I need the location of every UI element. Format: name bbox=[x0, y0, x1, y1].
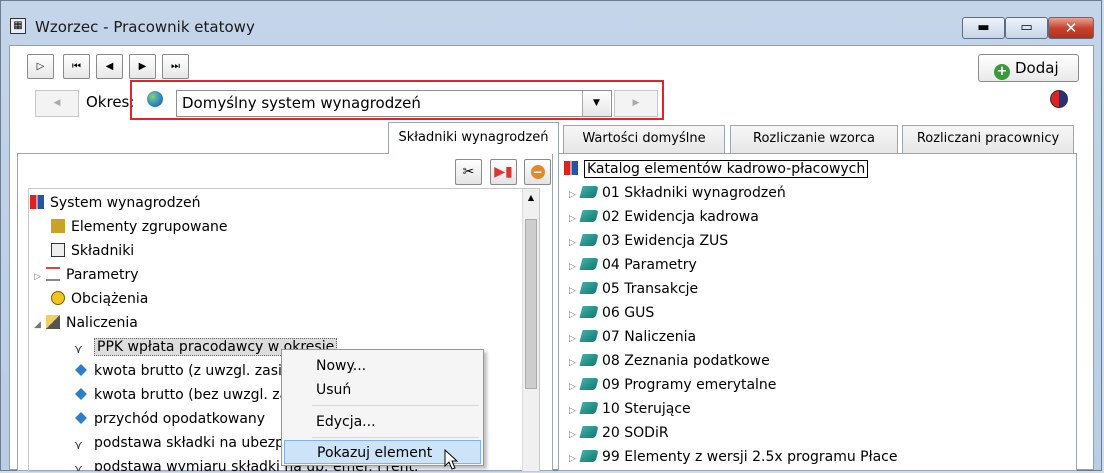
tree-item[interactable]: przychód opodatkowany bbox=[74, 407, 265, 431]
tree-item[interactable]: kwota brutto (z uwzgl. zasił bbox=[74, 359, 286, 383]
expand-icon[interactable]: ▷ bbox=[34, 265, 46, 289]
tab-wartosci[interactable]: Wartości domyślne bbox=[563, 125, 725, 153]
catalog-item[interactable]: ▷ 99 Elementy z wersji 2.5x programu Płac… bbox=[569, 445, 898, 469]
catalog-item[interactable]: ▷ 08 Zeznania podatkowe bbox=[569, 349, 770, 373]
scroll-thumb[interactable] bbox=[525, 219, 537, 389]
tree-scrollbar[interactable]: ▲ bbox=[522, 189, 539, 471]
book-icon bbox=[579, 450, 599, 462]
tree-item[interactable]: System wynagrodzeń bbox=[30, 191, 200, 215]
menu-separator bbox=[312, 437, 479, 438]
go-first-button[interactable]: ⏮ bbox=[63, 54, 90, 79]
diamond-icon bbox=[75, 388, 87, 400]
book-icon bbox=[579, 210, 599, 222]
book-icon bbox=[579, 354, 599, 366]
tab-rozliczanie[interactable]: Rozliczanie wzorca bbox=[730, 125, 898, 153]
menu-separator bbox=[312, 405, 479, 406]
catalog-item[interactable]: ▷ 01 Składniki wynagrodzeń bbox=[569, 181, 786, 205]
mouse-cursor-icon bbox=[444, 449, 459, 470]
tools-icon[interactable]: ✂ bbox=[455, 159, 482, 185]
prev-button[interactable]: ◀ bbox=[96, 54, 123, 79]
scroll-up-icon[interactable]: ▲ bbox=[525, 191, 537, 205]
catalog-item[interactable]: ▷ 07 Naliczenia bbox=[569, 325, 696, 349]
switch-icon[interactable] bbox=[1050, 90, 1068, 108]
dropdown-arrow-icon[interactable]: ▼ bbox=[582, 91, 610, 116]
link-icon[interactable]: ▶▮ bbox=[490, 159, 517, 185]
group-icon bbox=[51, 219, 65, 233]
menu-item-edit[interactable]: Edycja... bbox=[284, 410, 481, 434]
tab-pracownicy[interactable]: Rozliczani pracownicy bbox=[902, 125, 1074, 153]
book-icon bbox=[579, 330, 599, 342]
catalog-item[interactable]: ▷ 02 Ewidencja kadrowa bbox=[569, 205, 759, 229]
book-icon bbox=[579, 282, 599, 294]
tree-item[interactable]: ⋎ podstawa składki na ubezpi bbox=[74, 431, 288, 455]
diamond-icon bbox=[75, 364, 87, 376]
book-icon bbox=[579, 258, 599, 270]
catalog-panel: Katalog elementów kadrowo-płacowych ▷ 01 … bbox=[558, 153, 1077, 471]
book-icon bbox=[579, 378, 599, 390]
next-button[interactable]: ▶ bbox=[129, 54, 156, 79]
system-icon bbox=[30, 195, 44, 209]
tree-item[interactable]: ◢ Naliczenia bbox=[34, 311, 138, 335]
next-period-button[interactable]: ▶ bbox=[614, 90, 658, 117]
add-label: Dodaj bbox=[1015, 59, 1059, 77]
add-button[interactable]: + Dodaj bbox=[978, 54, 1079, 82]
formula-icon: ⋎ bbox=[74, 438, 83, 452]
catalog-item[interactable]: ▷ 03 Ewidencja ZUS bbox=[569, 229, 728, 253]
components-icon bbox=[51, 243, 65, 257]
go-last-button[interactable]: ⏭ bbox=[162, 54, 189, 79]
globe-icon bbox=[147, 91, 163, 107]
book-icon bbox=[579, 426, 599, 438]
diamond-icon bbox=[75, 412, 87, 424]
params-icon bbox=[46, 267, 60, 281]
catalog-item[interactable]: ▷ 20 SODiR bbox=[569, 421, 669, 445]
catalog-item[interactable]: ▷ 05 Transakcje bbox=[569, 277, 698, 301]
main-window: ▦ Wzorzec - Pracownik etatowy ▬ ▭ ✕ ▷ ⏮ … bbox=[0, 0, 1102, 472]
period-value: Domyślny system wynagrodzeń bbox=[182, 94, 421, 112]
catalog-item[interactable]: ▷ 10 Sterujące bbox=[569, 397, 691, 421]
title-bar[interactable]: ▦ Wzorzec - Pracownik etatowy ▬ ▭ ✕ bbox=[1, 1, 1101, 45]
app-icon: ▦ bbox=[10, 18, 26, 34]
previous-period-button[interactable]: ◀ bbox=[35, 90, 79, 117]
tree-item[interactable]: kwota brutto (bez uwzgl. za bbox=[74, 383, 288, 407]
catalog-root[interactable]: Katalog elementów kadrowo-płacowych bbox=[564, 157, 869, 181]
book-icon bbox=[579, 402, 599, 414]
menu-item-delete[interactable]: Usuń bbox=[284, 378, 481, 402]
collapse-icon[interactable]: ◢ bbox=[34, 313, 46, 337]
maximize-button[interactable]: ▭ bbox=[1005, 17, 1048, 39]
formula-icon: ⋎ bbox=[74, 342, 83, 356]
remove-icon[interactable]: − bbox=[524, 159, 551, 185]
first-record-button[interactable]: ▷ bbox=[27, 54, 54, 79]
catalog-item[interactable]: ▷ 09 Programy emerytalne bbox=[569, 373, 776, 397]
book-icon bbox=[579, 186, 599, 198]
period-label: Okres: bbox=[86, 93, 135, 111]
formula-icon: ⋎ bbox=[74, 462, 83, 472]
catalog-icon bbox=[564, 161, 578, 175]
catalog-item[interactable]: ▷ 04 Parametry bbox=[569, 253, 697, 277]
client-area: ▷ ⏮ ◀ ▶ ⏭ + Dodaj ◀ Okres: Domyślny syste… bbox=[9, 45, 1094, 472]
charges-icon bbox=[51, 291, 65, 305]
menu-item-new[interactable]: Nowy... bbox=[284, 354, 481, 378]
catalog-item[interactable]: ▷ 06 GUS bbox=[569, 301, 654, 325]
book-icon bbox=[579, 306, 599, 318]
tree-item[interactable]: ▷ Parametry bbox=[34, 263, 139, 287]
tree-item[interactable]: Elementy zgrupowane bbox=[51, 215, 228, 239]
book-icon bbox=[579, 234, 599, 246]
tree-item[interactable]: Składniki bbox=[51, 239, 134, 263]
plus-icon: + bbox=[994, 64, 1010, 80]
accruals-icon bbox=[46, 315, 60, 329]
close-button[interactable]: ✕ bbox=[1048, 17, 1094, 39]
minimize-button[interactable]: ▬ bbox=[962, 17, 1005, 39]
window-title: Wzorzec - Pracownik etatowy bbox=[35, 18, 255, 36]
tab-skladniki[interactable]: Składniki wynagrodzeń bbox=[388, 122, 559, 154]
period-select[interactable]: Domyślny system wynagrodzeń bbox=[176, 90, 612, 117]
tree-item[interactable]: Obciążenia bbox=[51, 287, 148, 311]
